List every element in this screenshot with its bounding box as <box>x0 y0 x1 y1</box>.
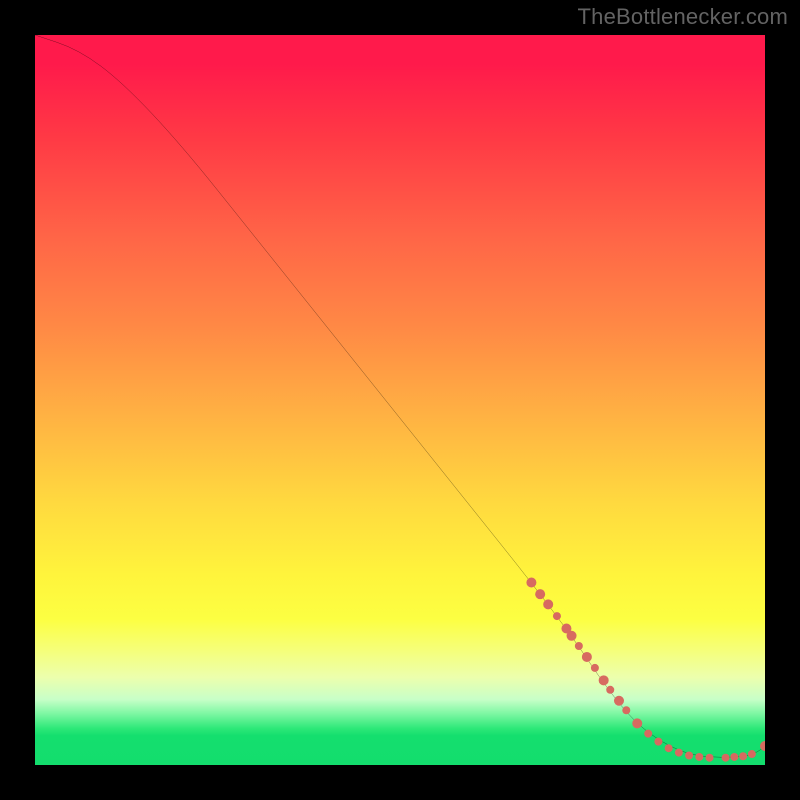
highlight-marker <box>730 753 738 761</box>
highlight-marker <box>739 752 747 760</box>
highlight-marker <box>582 652 592 662</box>
highlight-marker <box>575 642 583 650</box>
attribution-text: TheBottlenecker.com <box>578 4 788 30</box>
bottleneck-curve-line <box>35 35 765 757</box>
highlight-markers <box>526 577 765 761</box>
plot-area <box>35 35 765 765</box>
highlight-marker <box>526 577 536 587</box>
highlight-marker <box>695 753 703 761</box>
curve-overlay <box>35 35 765 765</box>
highlight-marker <box>644 730 652 738</box>
highlight-marker <box>591 664 599 672</box>
highlight-marker <box>654 738 662 746</box>
highlight-marker <box>748 750 756 758</box>
highlight-marker <box>632 718 642 728</box>
highlight-marker <box>675 749 683 757</box>
highlight-marker <box>553 612 561 620</box>
highlight-marker <box>567 631 577 641</box>
highlight-marker <box>535 589 545 599</box>
highlight-marker <box>606 686 614 694</box>
highlight-marker <box>622 706 630 714</box>
highlight-marker <box>665 744 673 752</box>
chart-container: TheBottlenecker.com <box>0 0 800 800</box>
highlight-marker <box>722 754 730 762</box>
highlight-marker <box>599 675 609 685</box>
highlight-marker <box>706 754 714 762</box>
highlight-marker <box>685 752 693 760</box>
highlight-marker <box>614 696 624 706</box>
highlight-marker <box>543 599 553 609</box>
